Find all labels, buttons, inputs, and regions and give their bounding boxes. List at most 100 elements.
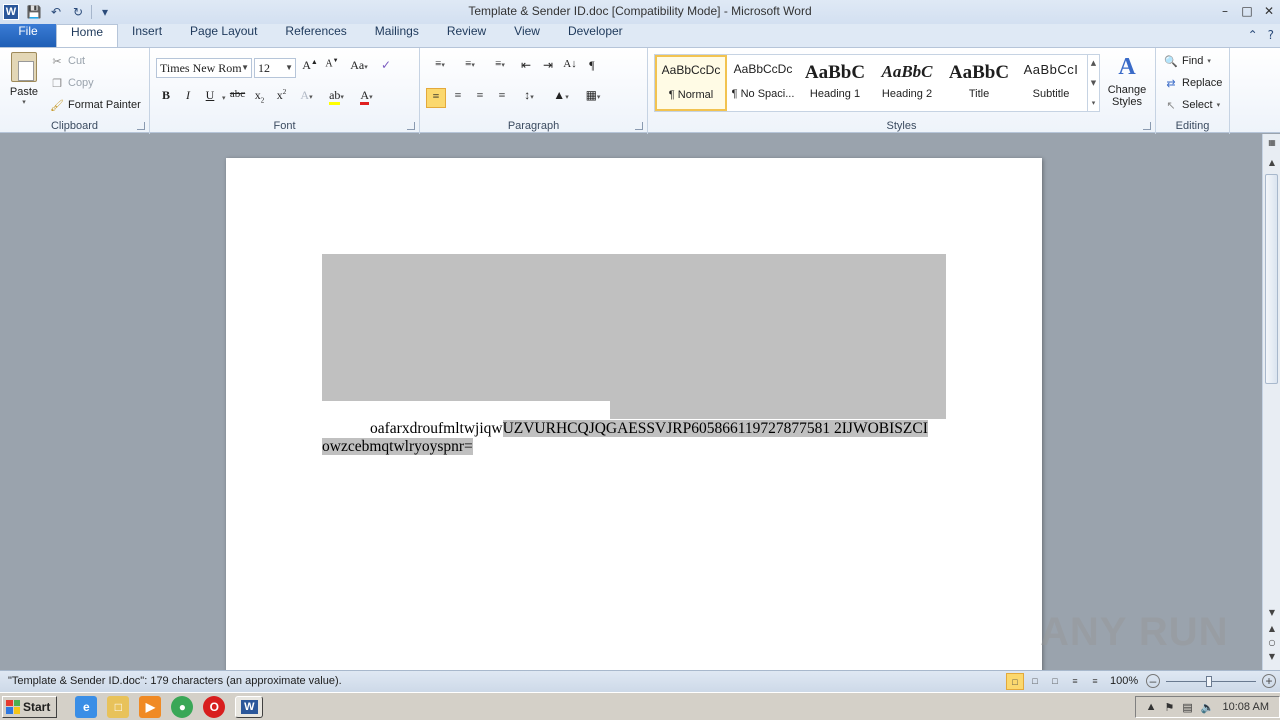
increase-indent-icon[interactable]: ⇥: [538, 58, 558, 78]
tab-developer[interactable]: Developer: [554, 24, 637, 47]
bold-icon[interactable]: B: [156, 88, 176, 108]
align-center-icon[interactable]: ≡: [448, 88, 468, 108]
outline-icon[interactable]: ≡: [1066, 673, 1084, 690]
strikethrough-icon[interactable]: abc: [228, 88, 248, 108]
print-layout-icon[interactable]: □: [1006, 673, 1024, 690]
help-icon[interactable]: ?: [1268, 28, 1274, 42]
paste-dropdown-icon[interactable]: ▾: [6, 98, 42, 106]
shading-icon[interactable]: ▲▾: [546, 88, 576, 108]
zoom-knob[interactable]: [1206, 676, 1212, 687]
clipboard-dialog-launcher[interactable]: [137, 122, 145, 130]
underline-icon[interactable]: U: [200, 88, 220, 108]
style-heading-1[interactable]: AaBbC Heading 1: [799, 55, 871, 111]
tab-mailings[interactable]: Mailings: [361, 24, 433, 47]
align-right-icon[interactable]: ≡: [470, 88, 490, 108]
sort-icon[interactable]: A↓: [560, 58, 580, 78]
italic-icon[interactable]: I: [178, 88, 198, 108]
scroll-thumb[interactable]: [1265, 174, 1278, 384]
show-formatting-marks-icon[interactable]: ¶: [582, 58, 602, 78]
text-effects-icon[interactable]: A▾: [294, 88, 320, 108]
style-normal[interactable]: AaBbCcDc ¶ Normal: [655, 55, 727, 111]
folder-icon[interactable]: □: [107, 695, 130, 718]
tab-references[interactable]: References: [271, 24, 360, 47]
change-case-icon[interactable]: Aa▾: [344, 58, 374, 78]
tab-file[interactable]: File: [0, 24, 56, 47]
paragraph-dialog-launcher[interactable]: [635, 122, 643, 130]
find-button[interactable]: 🔍 Find ▾: [1164, 52, 1211, 70]
clear-formatting-icon[interactable]: ✓: [376, 58, 396, 78]
draft-icon[interactable]: ≡: [1086, 673, 1104, 690]
scroll-up-icon[interactable]: ▲: [1266, 158, 1278, 167]
style-preview: AaBbCcDc: [661, 63, 721, 77]
close-icon[interactable]: ✕: [1258, 0, 1280, 22]
minimize-icon[interactable]: –: [1214, 0, 1236, 22]
tab-review[interactable]: Review: [433, 24, 500, 47]
highlight-color-icon[interactable]: ab▾: [322, 88, 352, 108]
hidden-image-placeholder[interactable]: [322, 254, 946, 401]
network-icon[interactable]: ▤: [1182, 701, 1192, 714]
tab-insert[interactable]: Insert: [118, 24, 176, 47]
document-text[interactable]: oafarxdroufmltwjiqwUZVURHCQJQGAESSVJRP60…: [322, 420, 946, 456]
tray-expand-icon[interactable]: ▲: [1146, 701, 1157, 713]
copy-button[interactable]: ❐ Copy: [50, 74, 94, 92]
change-styles-button[interactable]: A Change Styles: [1104, 54, 1150, 114]
flag-icon[interactable]: ⚑: [1165, 701, 1175, 714]
clock[interactable]: 10:08 AM: [1223, 701, 1269, 713]
line-spacing-icon[interactable]: ↕▾: [514, 88, 544, 108]
align-left-icon[interactable]: ≡: [426, 88, 446, 108]
gallery-down-icon[interactable]: ▼: [1091, 79, 1096, 87]
bullets-icon[interactable]: ≡▾: [426, 58, 454, 78]
cut-button[interactable]: ✂ Cut: [50, 52, 85, 70]
zoom-out-icon[interactable]: –: [1146, 674, 1160, 688]
font-color-icon[interactable]: A▾: [354, 88, 380, 108]
tab-view[interactable]: View: [500, 24, 554, 47]
maximize-icon[interactable]: □: [1236, 0, 1258, 22]
media-player-icon[interactable]: ▶: [139, 695, 162, 718]
document-page[interactable]: oafarxdroufmltwjiqwUZVURHCQJQGAESSVJRP60…: [226, 158, 1042, 670]
underline-dropdown-icon[interactable]: ▾: [222, 94, 226, 102]
previous-page-icon[interactable]: ▲: [1266, 624, 1278, 633]
vertical-scrollbar[interactable]: ▦ ▲ ▼ ▲ ○ ▼: [1262, 134, 1280, 670]
zoom-slider[interactable]: – +: [1146, 674, 1276, 690]
tab-page-layout[interactable]: Page Layout: [176, 24, 271, 47]
minimize-ribbon-icon[interactable]: ⌃: [1248, 28, 1258, 42]
gallery-more-icon[interactable]: ▾: [1092, 99, 1096, 107]
word-taskbar-button[interactable]: W: [235, 695, 264, 718]
next-page-icon[interactable]: ▼: [1266, 652, 1278, 661]
format-painter-button[interactable]: 🖌 Format Painter: [50, 96, 141, 114]
multilevel-list-icon[interactable]: ≡▾: [486, 58, 514, 78]
borders-icon[interactable]: ▦▾: [578, 88, 608, 108]
gallery-up-icon[interactable]: ▲: [1091, 59, 1096, 67]
replace-button[interactable]: ⇄ Replace: [1164, 74, 1222, 92]
font-dialog-launcher[interactable]: [407, 122, 415, 130]
decrease-indent-icon[interactable]: ⇤: [516, 58, 536, 78]
font-family-select[interactable]: Times New Rom ▼: [156, 58, 252, 78]
shrink-font-icon[interactable]: A▼: [322, 58, 342, 78]
web-layout-icon[interactable]: □: [1046, 673, 1064, 690]
tab-home[interactable]: Home: [56, 24, 119, 47]
justify-icon[interactable]: ≡: [492, 88, 512, 108]
start-button[interactable]: Start: [2, 695, 58, 718]
opera-icon[interactable]: O: [203, 695, 226, 718]
styles-dialog-launcher[interactable]: [1143, 122, 1151, 130]
select-button[interactable]: ↖ Select ▾: [1164, 96, 1220, 114]
subscript-icon[interactable]: x2: [250, 88, 270, 108]
volume-icon[interactable]: 🔈: [1201, 701, 1215, 714]
style-title[interactable]: AaBbC Title: [943, 55, 1015, 111]
superscript-icon[interactable]: x2: [272, 88, 292, 108]
style-no-spacing[interactable]: AaBbCcDc ¶ No Spaci...: [727, 55, 799, 111]
style-subtitle[interactable]: AaBbCcI Subtitle: [1015, 55, 1087, 111]
paste-button[interactable]: Paste ▾: [6, 52, 42, 112]
chrome-icon[interactable]: ●: [171, 695, 194, 718]
font-size-select[interactable]: 12 ▼: [254, 58, 296, 78]
zoom-level[interactable]: 100%: [1110, 675, 1138, 687]
browse-object-icon[interactable]: ○: [1266, 638, 1278, 647]
ruler-toggle-icon[interactable]: ▦: [1266, 138, 1278, 147]
internet-explorer-icon[interactable]: e: [75, 695, 98, 718]
scroll-down-icon[interactable]: ▼: [1266, 608, 1278, 617]
zoom-in-icon[interactable]: +: [1262, 674, 1276, 688]
full-screen-reading-icon[interactable]: □: [1026, 673, 1044, 690]
numbering-icon[interactable]: ≡▾: [456, 58, 484, 78]
style-heading-2[interactable]: AaBbC Heading 2: [871, 55, 943, 111]
grow-font-icon[interactable]: A▲: [300, 58, 320, 78]
